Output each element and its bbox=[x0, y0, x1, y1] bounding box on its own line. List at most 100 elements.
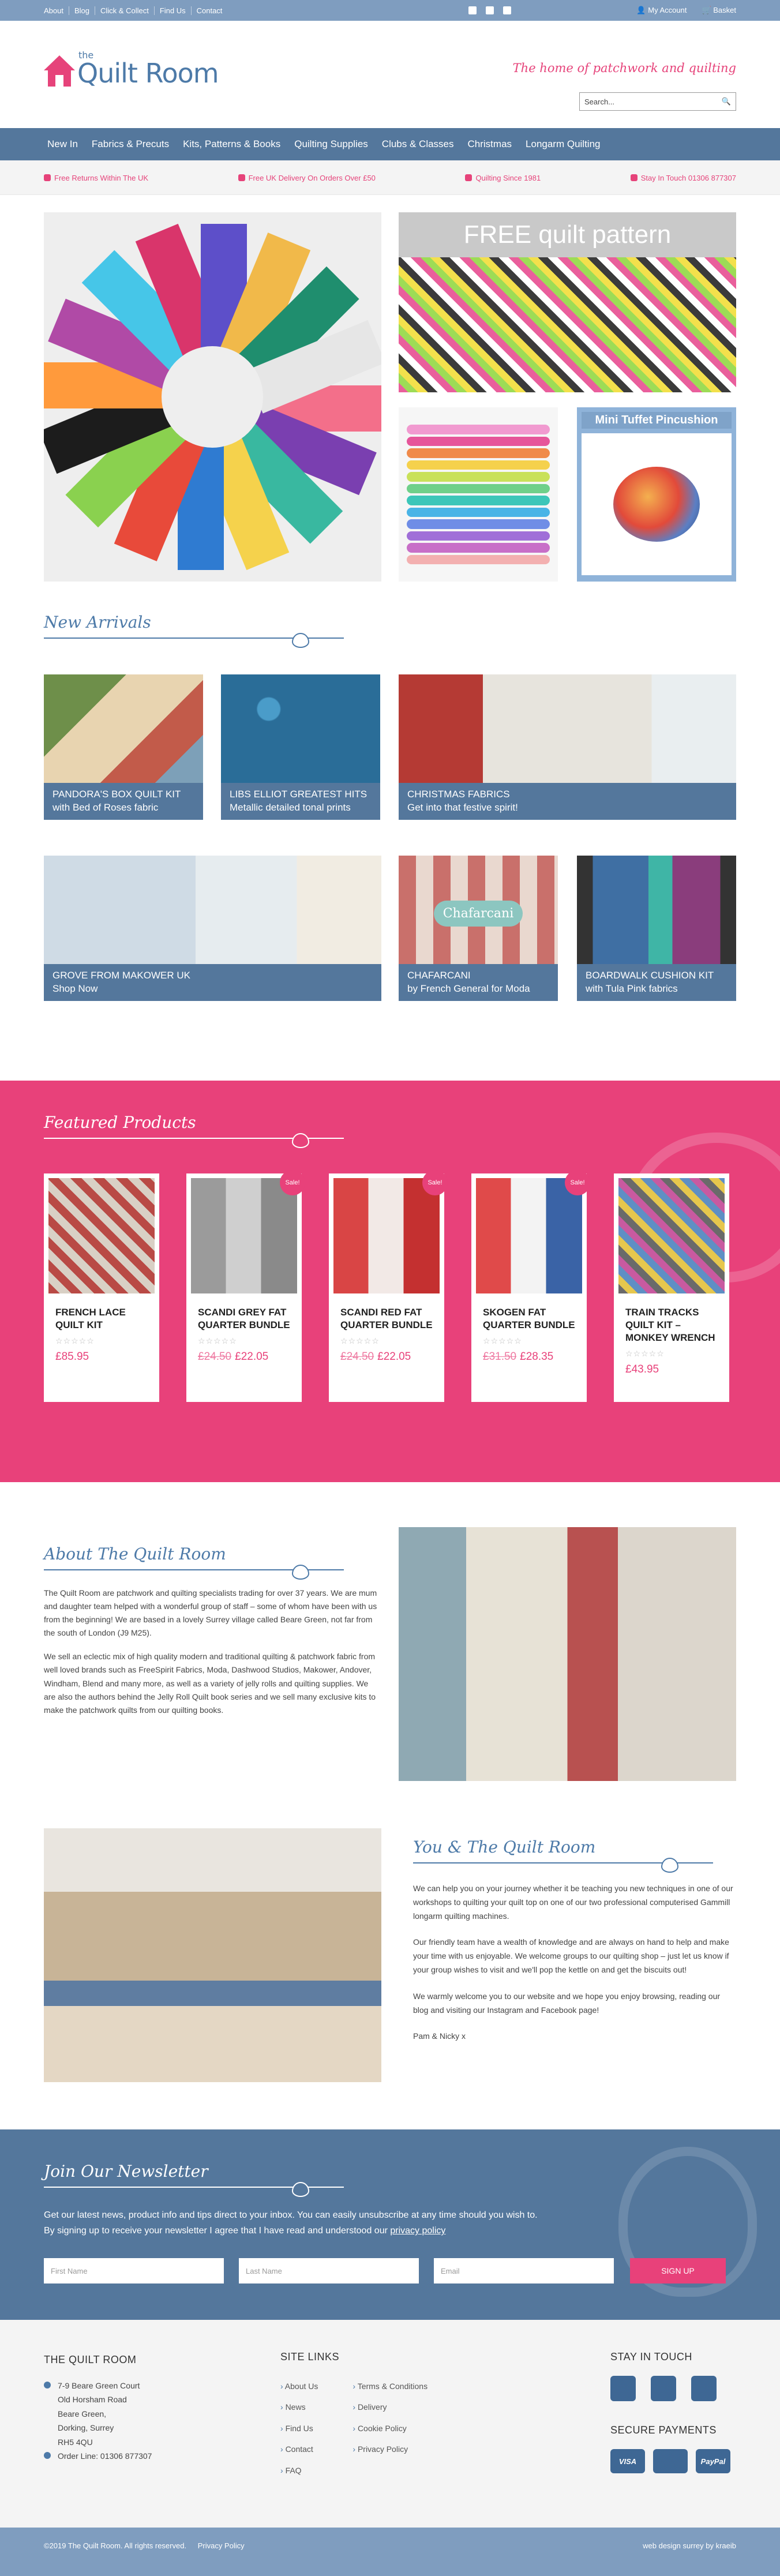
footer-link-faq[interactable]: FAQ bbox=[280, 2460, 318, 2481]
about-paragraph-2: We sell an eclectic mix of high quality … bbox=[44, 1652, 376, 1715]
product-card[interactable]: FRENCH LACE QUILT KIT ☆☆☆☆☆ £85.95 bbox=[44, 1173, 159, 1402]
fabric-roll-stripe bbox=[407, 507, 550, 517]
featured-products: Featured Products FRENCH LACE QUILT KIT … bbox=[0, 1081, 780, 1482]
footer-link-cookie[interactable]: Cookie Policy bbox=[352, 2418, 427, 2439]
footer-link-about[interactable]: About Us bbox=[280, 2376, 318, 2397]
heart-icon bbox=[292, 2182, 309, 2197]
nav-new-in[interactable]: New In bbox=[44, 138, 78, 150]
youtube-icon[interactable] bbox=[691, 2376, 717, 2401]
product-image bbox=[476, 1178, 582, 1293]
product-card[interactable]: Sale! SKOGEN FAT QUARTER BUNDLE ☆☆☆☆☆ £3… bbox=[471, 1170, 590, 1402]
arrival-tile-grove[interactable]: GROVE FROM MAKOWER UK Shop Now bbox=[44, 856, 381, 1001]
product-old-price: £24.50 bbox=[198, 1351, 232, 1363]
nav-clubs[interactable]: Clubs & Classes bbox=[382, 138, 454, 150]
tagline: The home of patchwork and quilting bbox=[512, 61, 736, 75]
location-icon bbox=[44, 2381, 51, 2388]
fabric-fan-banner[interactable] bbox=[44, 212, 381, 582]
copyright-text: ©2019 The Quilt Room. All rights reserve… bbox=[44, 2541, 187, 2550]
free-pattern-banner[interactable]: FREE quilt pattern bbox=[399, 212, 736, 392]
copyright-privacy-link[interactable]: Privacy Policy bbox=[198, 2541, 245, 2550]
footer-link-delivery[interactable]: Delivery bbox=[352, 2397, 427, 2417]
phone-icon bbox=[44, 2452, 51, 2459]
my-account-link[interactable]: 👤 My Account bbox=[636, 6, 687, 15]
instagram-icon[interactable] bbox=[651, 2376, 676, 2401]
heart-icon bbox=[292, 1565, 309, 1580]
returns-icon bbox=[44, 174, 51, 181]
footer-link-news[interactable]: News bbox=[280, 2397, 318, 2417]
facebook-icon[interactable] bbox=[610, 2376, 636, 2401]
nav-longarm[interactable]: Longarm Quilting bbox=[526, 138, 600, 150]
star-rating: ☆☆☆☆☆ bbox=[483, 1336, 522, 1346]
top-link-contact[interactable]: Contact bbox=[190, 6, 228, 15]
fabric-roll-stripe bbox=[407, 531, 550, 541]
top-link-find-us[interactable]: Find Us bbox=[153, 6, 191, 15]
house-icon bbox=[44, 55, 75, 87]
footer-link-privacy[interactable]: Privacy Policy bbox=[352, 2439, 427, 2459]
pincushion-title: Mini Tuffet Pincushion bbox=[582, 412, 732, 429]
arrival-title: PANDORA'S BOX QUILT KIT bbox=[52, 789, 181, 800]
arrival-tile-libs-elliot[interactable]: LIBS ELLIOT GREATEST HITS Metallic detail… bbox=[221, 674, 380, 820]
sale-badge: Sale! bbox=[565, 1170, 590, 1195]
footer-link-find-us[interactable]: Find Us bbox=[280, 2418, 318, 2439]
product-card[interactable]: Sale! SCANDI RED FAT QUARTER BUNDLE ☆☆☆☆… bbox=[329, 1170, 448, 1402]
arrival-tile-pandora[interactable]: PANDORA'S BOX QUILT KIT with Bed of Roses… bbox=[44, 674, 203, 820]
footer-link-contact[interactable]: Contact bbox=[280, 2439, 318, 2459]
facebook-icon[interactable] bbox=[468, 6, 477, 14]
search-input[interactable]: Search... 🔍 bbox=[579, 92, 736, 111]
usp-delivery: Free UK Delivery On Orders Over £50 bbox=[248, 173, 376, 182]
fabric-roll-stripe bbox=[407, 496, 550, 505]
product-name: SCANDI RED FAT QUARTER BUNDLE bbox=[340, 1307, 433, 1331]
star-rating: ☆☆☆☆☆ bbox=[625, 1349, 665, 1359]
product-card[interactable]: Sale! SCANDI GREY FAT QUARTER BUNDLE ☆☆☆… bbox=[186, 1170, 305, 1402]
top-link-about[interactable]: About bbox=[44, 6, 69, 15]
top-link-blog[interactable]: Blog bbox=[68, 6, 95, 15]
product-price: £28.35 bbox=[520, 1351, 554, 1363]
fabric-roll-stripe bbox=[407, 472, 550, 482]
arrival-tile-chafarcani[interactable]: Chafarcani CHAFARCANI by French General f… bbox=[399, 856, 558, 1001]
arrival-tile-boardwalk[interactable]: BOARDWALK CUSHION KIT with Tula Pink fabr… bbox=[577, 856, 736, 1001]
privacy-policy-link[interactable]: privacy policy bbox=[390, 2226, 445, 2236]
fabric-roll-stripe bbox=[407, 554, 550, 564]
web-design-credit[interactable]: web design surrey by kraeib bbox=[643, 2540, 736, 2552]
arrival-title: LIBS ELLIOT GREATEST HITS bbox=[230, 789, 367, 800]
nav-kits[interactable]: Kits, Patterns & Books bbox=[183, 138, 280, 150]
arrival-tile-christmas[interactable]: CHRISTMAS FABRICS Get into that festive s… bbox=[399, 674, 736, 820]
sign-up-button[interactable]: SIGN UP bbox=[630, 2258, 726, 2284]
youme-paragraph-1: We can help you on your journey whether … bbox=[413, 1884, 733, 1921]
nav-christmas[interactable]: Christmas bbox=[468, 138, 512, 150]
arrival-sub: by French General for Moda bbox=[407, 983, 530, 995]
star-rating: ☆☆☆☆☆ bbox=[198, 1336, 237, 1346]
top-link-click-collect[interactable]: Click & Collect bbox=[95, 6, 154, 15]
quilt-image bbox=[399, 257, 736, 392]
product-image bbox=[191, 1178, 297, 1293]
footer-title-stay-in-touch: STAY IN TOUCH bbox=[610, 2351, 692, 2363]
footer-title-site-links: SITE LINKS bbox=[280, 2351, 340, 2363]
arrival-sub: Shop Now bbox=[52, 983, 98, 995]
footer-phone[interactable]: Order Line: 01306 877307 bbox=[58, 2449, 152, 2463]
instagram-icon[interactable] bbox=[502, 6, 511, 14]
footer-link-terms[interactable]: Terms & Conditions bbox=[352, 2376, 427, 2397]
mastercard-icon bbox=[653, 2449, 688, 2473]
nav-fabrics[interactable]: Fabrics & Precuts bbox=[92, 138, 169, 150]
email-field[interactable]: Email bbox=[434, 2258, 614, 2284]
last-name-field[interactable]: Last Name bbox=[239, 2258, 419, 2284]
truck-icon bbox=[238, 174, 245, 181]
fabric-roll-banner[interactable] bbox=[399, 407, 558, 582]
new-arrivals: New Arrivals PANDORA'S BOX QUILT KIT with… bbox=[44, 613, 736, 1049]
about-heading: About The Quilt Room bbox=[44, 1544, 226, 1563]
basket-link[interactable]: 🛒 Basket bbox=[702, 6, 736, 15]
sale-badge: Sale! bbox=[280, 1170, 305, 1195]
first-name-field[interactable]: First Name bbox=[44, 2258, 224, 2284]
youtube-icon[interactable] bbox=[485, 6, 494, 14]
shop-interior-image bbox=[399, 1527, 736, 1781]
fabric-roll-stripe bbox=[407, 425, 550, 434]
search-icon[interactable]: 🔍 bbox=[722, 97, 731, 106]
address-line: Beare Green, bbox=[58, 2409, 107, 2418]
pincushion-banner[interactable]: Mini Tuffet Pincushion bbox=[577, 407, 736, 582]
nav-supplies[interactable]: Quilting Supplies bbox=[294, 138, 368, 150]
site-logo[interactable]: the Quilt Room bbox=[44, 51, 219, 87]
social-links bbox=[468, 6, 511, 14]
product-card[interactable]: TRAIN TRACKS QUILT KIT – MONKEY WRENCH ☆… bbox=[614, 1173, 729, 1402]
arrival-title: CHRISTMAS FABRICS bbox=[407, 789, 510, 800]
heart-icon bbox=[465, 174, 472, 181]
